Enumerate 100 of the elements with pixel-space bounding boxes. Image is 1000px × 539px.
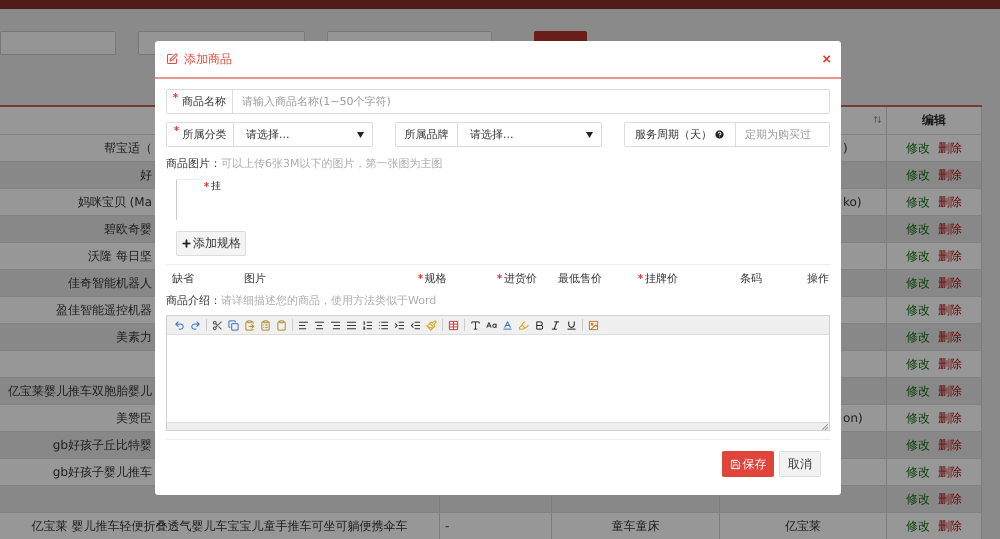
period-field[interactable]: 服务周期（天） 定期为购买过 <box>624 122 830 147</box>
delete-link[interactable]: 删除 <box>938 382 962 400</box>
table-cell: gb好孩子婴儿推车 <box>52 464 152 480</box>
edit-icon <box>166 53 178 65</box>
delete-link[interactable]: 删除 <box>938 410 962 426</box>
edit-link[interactable]: 修改 <box>906 328 930 346</box>
asterisk-icon <box>204 182 209 187</box>
column-header: 规格 <box>378 270 486 286</box>
delete-link[interactable]: 删除 <box>938 274 962 292</box>
cut-icon[interactable] <box>212 320 223 330</box>
hint-text: 请详细描述您的商品，使用方法类似于Word <box>221 293 436 308</box>
delete-link[interactable]: 删除 <box>938 356 962 372</box>
sort-icon[interactable] <box>873 115 882 124</box>
delete-link[interactable]: 删除 <box>938 194 962 210</box>
ordered-list-icon[interactable] <box>362 320 373 330</box>
table-cell: 美赞臣 <box>116 410 152 426</box>
delete-link[interactable]: 删除 <box>938 248 962 264</box>
paste-text-icon[interactable] <box>260 320 271 330</box>
save-button[interactable]: 保存 <box>722 451 774 477</box>
hint-text: 可以上传6张3M以下的图片，第一张图为主图 <box>221 156 442 171</box>
field-label: 商品图片： <box>166 156 221 171</box>
upload-label: 挂 <box>204 179 221 193</box>
delete-link[interactable]: 删除 <box>938 518 962 534</box>
field-label: 服务周期（天） <box>625 123 736 146</box>
align-right-icon[interactable] <box>330 320 341 330</box>
column-header: 条码 <box>739 270 763 286</box>
column-header: 操作 <box>806 270 830 286</box>
edit-link[interactable]: 修改 <box>906 274 930 292</box>
search-field[interactable] <box>0 31 116 55</box>
bold-icon[interactable] <box>534 320 545 330</box>
copy-icon[interactable] <box>228 320 239 330</box>
delete-link[interactable]: 删除 <box>938 328 962 346</box>
delete-link[interactable]: 删除 <box>938 490 962 508</box>
column-header: 挂牌价 <box>612 270 704 286</box>
asterisk-icon <box>418 274 422 278</box>
font-color-icon[interactable] <box>502 320 513 330</box>
column-header: 缺省 <box>172 270 195 286</box>
delete-link[interactable]: 删除 <box>938 464 962 480</box>
table-cell: 好 <box>140 166 152 184</box>
table-cell: 盈佳智能遥控机器 <box>56 302 152 318</box>
table-cell: 童车童床 <box>612 518 660 534</box>
font-size-icon[interactable] <box>486 320 497 330</box>
table-cell: gb好孩子丘比特婴 <box>52 436 152 454</box>
help-icon[interactable] <box>714 129 725 140</box>
underline-icon[interactable] <box>566 320 577 330</box>
name-field[interactable]: 商品名称 请输入商品名称(1~50个字符) <box>166 89 830 114</box>
outdent-icon[interactable] <box>410 320 421 330</box>
delete-link[interactable]: 删除 <box>938 140 962 156</box>
redo-icon[interactable] <box>190 320 201 330</box>
table-cell: 美素力 <box>116 328 152 346</box>
add-spec-button[interactable]: 添加规格 <box>176 231 246 256</box>
edit-link[interactable]: 修改 <box>906 518 930 534</box>
table-cell: - <box>445 519 450 533</box>
asterisk-icon <box>173 93 178 98</box>
column-header: 图片 <box>244 270 267 286</box>
edit-link[interactable]: 修改 <box>906 464 930 480</box>
table-cell: 碧欧奇婴 <box>104 220 152 238</box>
close-button[interactable]: × <box>822 52 831 66</box>
table-cell: 妈咪宝贝 (Ma <box>78 194 152 210</box>
paste-icon[interactable] <box>244 320 255 330</box>
table-icon[interactable] <box>448 320 459 330</box>
table-cell: 亿宝莱婴儿推车双胞胎婴儿 <box>8 382 152 400</box>
dialog-title: 添加商品 <box>184 50 232 68</box>
save-icon <box>730 458 740 470</box>
table-cell: 沃隆 每日坚 <box>88 248 152 264</box>
plus-icon <box>181 238 192 249</box>
edit-link[interactable]: 修改 <box>906 166 930 184</box>
paste-word-icon[interactable] <box>276 320 287 330</box>
column-header: 编辑 <box>922 112 946 129</box>
align-justify-icon[interactable] <box>346 320 357 330</box>
resize-grip-icon[interactable] <box>822 424 828 430</box>
edit-link[interactable]: 修改 <box>906 356 930 372</box>
edit-link[interactable]: 修改 <box>906 302 930 318</box>
font-icon[interactable] <box>470 320 481 330</box>
delete-link[interactable]: 删除 <box>938 220 962 238</box>
align-left-icon[interactable] <box>298 320 309 330</box>
undo-icon[interactable] <box>174 320 185 330</box>
align-center-icon[interactable] <box>314 320 325 330</box>
edit-link[interactable]: 修改 <box>906 436 930 454</box>
edit-link[interactable]: 修改 <box>906 490 930 508</box>
delete-link[interactable]: 删除 <box>938 166 962 184</box>
delete-link[interactable]: 删除 <box>938 436 962 454</box>
edit-link[interactable]: 修改 <box>906 220 930 238</box>
bullet-list-icon[interactable] <box>378 320 389 330</box>
image-icon[interactable] <box>588 320 599 330</box>
table-cell: 亿宝莱 <box>785 518 821 534</box>
table-cell: ko) <box>843 195 862 209</box>
italic-icon[interactable] <box>550 320 561 330</box>
table-cell: 佳奇智能机器人 <box>68 274 152 292</box>
edit-link[interactable]: 修改 <box>906 382 930 400</box>
column-header: 进货价 <box>486 270 548 286</box>
edit-link[interactable]: 修改 <box>906 194 930 210</box>
table-cell: ) <box>843 141 848 155</box>
delete-link[interactable]: 删除 <box>938 302 962 318</box>
edit-link[interactable]: 修改 <box>906 140 930 156</box>
indent-icon[interactable] <box>394 320 405 330</box>
cancel-button[interactable]: 取消 <box>779 451 821 477</box>
edit-link[interactable]: 修改 <box>906 248 930 264</box>
edit-link[interactable]: 修改 <box>906 410 930 426</box>
asterisk-icon <box>638 274 643 278</box>
